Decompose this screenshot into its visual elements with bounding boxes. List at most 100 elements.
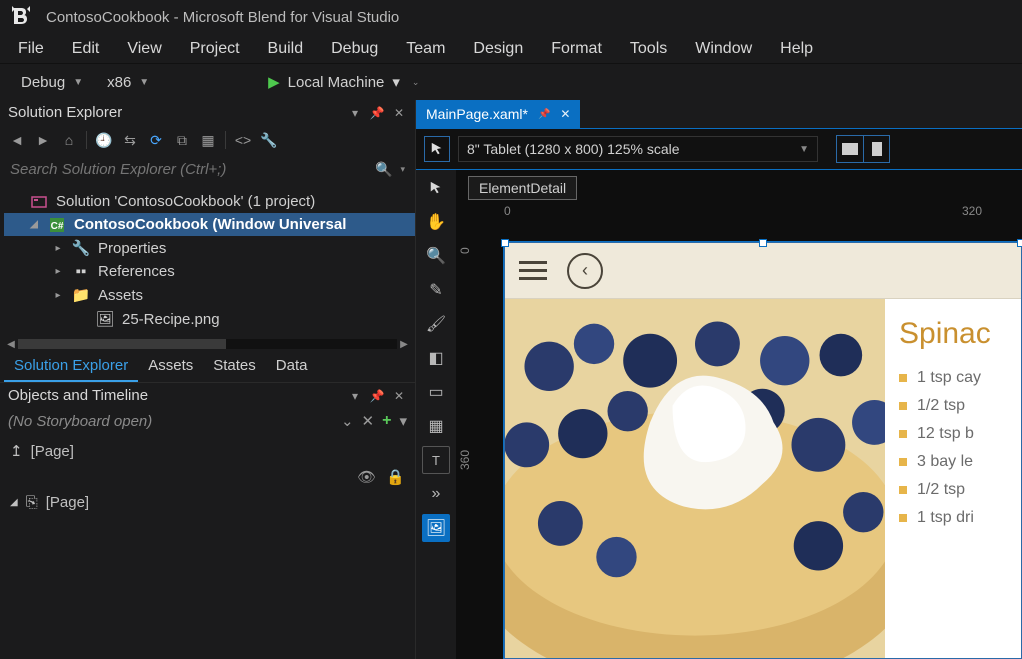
solution-explorer-title: Solution Explorer: [8, 104, 122, 121]
menu-design[interactable]: Design: [459, 36, 537, 62]
ingredient-item: 1/2 tsp: [899, 481, 1007, 499]
scroll-right-icon[interactable]: ▶: [397, 339, 411, 350]
selection-handle[interactable]: [759, 239, 767, 247]
platform-combo[interactable]: x86 ▼: [98, 71, 238, 94]
selection-tool-icon[interactable]: [424, 136, 450, 162]
scroll-left-icon[interactable]: ◀: [4, 339, 18, 350]
home-icon[interactable]: ⌂: [58, 129, 80, 151]
lock-icon[interactable]: 🔒: [386, 468, 405, 486]
collapse-icon[interactable]: ◢: [28, 219, 40, 230]
tree-project-node[interactable]: ◢ C# ContosoCookbook (Window Universal: [4, 213, 415, 236]
tree-solution-node[interactable]: Solution 'ContosoCookbook' (1 project): [4, 190, 415, 213]
bullet-icon: [899, 514, 907, 522]
tab-assets[interactable]: Assets: [138, 351, 203, 382]
timeline-row[interactable]: 👁 🔒: [10, 464, 405, 490]
storyboard-options-icon[interactable]: ▾: [399, 412, 407, 430]
collapse-all-icon[interactable]: ⧉: [171, 129, 193, 151]
eye-icon[interactable]: 👁: [357, 468, 376, 486]
search-input[interactable]: [6, 157, 371, 182]
bullet-icon: [899, 458, 907, 466]
rectangle-tool-icon[interactable]: ▭: [422, 378, 450, 406]
sync-icon[interactable]: ⇆: [119, 129, 141, 151]
menu-format[interactable]: Format: [537, 36, 616, 62]
left-panel-tabs: Solution Explorer Assets States Data: [0, 351, 415, 383]
forward-icon[interactable]: ►: [32, 129, 54, 151]
storyboard-menu-icon[interactable]: ⌄: [341, 412, 354, 430]
up-arrow-icon: ↥: [10, 442, 23, 460]
show-all-icon[interactable]: ▦: [197, 129, 219, 151]
menu-debug[interactable]: Debug: [317, 36, 392, 62]
selection-handle[interactable]: [1017, 239, 1022, 247]
close-icon[interactable]: ✕: [391, 389, 407, 403]
document-tab[interactable]: MainPage.xaml* 📌 ✕: [416, 100, 580, 128]
close-icon[interactable]: ✕: [560, 107, 570, 121]
back-icon[interactable]: ◄: [6, 129, 28, 151]
brush-tool-icon[interactable]: 🖌: [422, 310, 450, 338]
horizontal-scrollbar[interactable]: ◀ ▶: [0, 337, 415, 351]
tree-assets-node[interactable]: ▸ 📁 Assets: [4, 283, 415, 307]
code-icon[interactable]: <>: [232, 129, 254, 151]
platform-label: x86: [107, 74, 131, 91]
landscape-icon[interactable]: [837, 136, 863, 162]
expand-icon[interactable]: ▸: [52, 243, 64, 254]
hamburger-icon[interactable]: [519, 261, 547, 280]
pin-icon[interactable]: 📌: [369, 389, 385, 403]
designer-toolbar: 8" Tablet (1280 x 800) 125% scale ▼: [416, 128, 1022, 170]
search-options-icon[interactable]: ▾: [396, 164, 409, 175]
text-tool-icon[interactable]: T: [422, 446, 450, 474]
menu-team[interactable]: Team: [392, 36, 459, 62]
panel-menu-icon[interactable]: ▾: [347, 106, 363, 120]
tab-states[interactable]: States: [203, 351, 266, 382]
menu-edit[interactable]: Edit: [58, 36, 114, 62]
pan-tool-icon[interactable]: ✋: [422, 208, 450, 236]
timeline-row[interactable]: ↥ [Page]: [10, 438, 405, 464]
gradient-tool-icon[interactable]: ◧: [422, 344, 450, 372]
zoom-tool-icon[interactable]: 🔍: [422, 242, 450, 270]
pin-icon[interactable]: 📌: [538, 109, 550, 120]
collapse-icon[interactable]: ◢: [10, 497, 18, 508]
device-preset-combo[interactable]: 8" Tablet (1280 x 800) 125% scale ▼: [458, 136, 818, 162]
configuration-combo[interactable]: Debug ▼: [12, 71, 92, 94]
ingredient-text: 3 bay le: [917, 453, 973, 471]
grid-tool-icon[interactable]: ▦: [422, 412, 450, 440]
more-tools-icon[interactable]: »: [422, 480, 450, 508]
expand-icon[interactable]: ▸: [52, 290, 64, 301]
storyboard-close-icon[interactable]: ✕: [362, 412, 375, 430]
bullet-icon: [899, 486, 907, 494]
portrait-icon[interactable]: [863, 136, 889, 162]
run-button[interactable]: ▶ Local Machine ▾ ⌄: [260, 71, 427, 93]
menu-view[interactable]: View: [113, 36, 175, 62]
tree-image-node[interactable]: 🖼 25-Recipe.png: [4, 307, 415, 331]
csproj-icon: C#: [48, 217, 66, 233]
image-tool-icon[interactable]: 🖼: [422, 514, 450, 542]
properties-icon[interactable]: 🔧: [258, 129, 280, 151]
tab-solution-explorer[interactable]: Solution Explorer: [4, 351, 138, 382]
menu-project[interactable]: Project: [176, 36, 254, 62]
selection-handle[interactable]: [501, 239, 509, 247]
tree-references-node[interactable]: ▸ ▪▪ References: [4, 260, 415, 283]
timeline-row[interactable]: ◢ ⎘ [Page]: [10, 490, 405, 515]
pointer-tool-icon[interactable]: [422, 174, 450, 202]
refresh-icon[interactable]: ⟳: [145, 129, 167, 151]
main-toolbar: Debug ▼ x86 ▼ ▶ Local Machine ▾ ⌄: [0, 64, 1022, 100]
back-button-icon[interactable]: ‹: [567, 253, 603, 289]
device-frame[interactable]: ‹: [504, 242, 1022, 659]
pin-icon[interactable]: 📌: [369, 106, 385, 120]
breadcrumb[interactable]: ElementDetail: [468, 176, 577, 200]
menu-help[interactable]: Help: [766, 36, 827, 62]
eyedropper-tool-icon[interactable]: ✎: [422, 276, 450, 304]
tab-data[interactable]: Data: [266, 351, 318, 382]
add-storyboard-icon[interactable]: +: [382, 412, 391, 430]
search-icon[interactable]: 🔍: [371, 161, 396, 178]
menu-file[interactable]: File: [4, 36, 58, 62]
menu-tools[interactable]: Tools: [616, 36, 681, 62]
menu-build[interactable]: Build: [254, 36, 318, 62]
ingredient-text: 1/2 tsp: [917, 397, 965, 415]
menu-window[interactable]: Window: [681, 36, 766, 62]
history-icon[interactable]: 🕘: [93, 129, 115, 151]
expand-icon[interactable]: ▸: [52, 266, 64, 277]
design-canvas[interactable]: ElementDetail 0 320 640 0 360 ‹: [456, 170, 1022, 659]
close-icon[interactable]: ✕: [391, 106, 407, 120]
panel-menu-icon[interactable]: ▾: [347, 389, 363, 403]
tree-properties-node[interactable]: ▸ 🔧 Properties: [4, 236, 415, 260]
